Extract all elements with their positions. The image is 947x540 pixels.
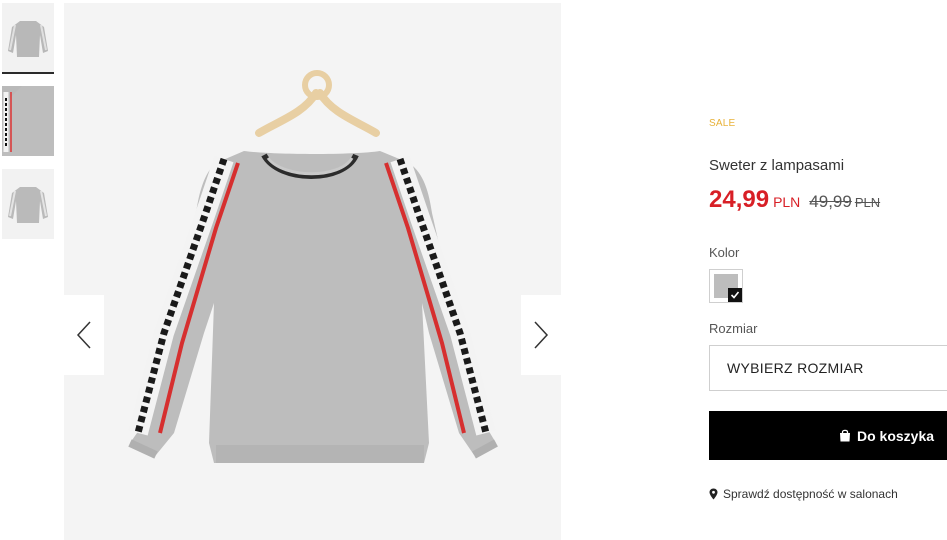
shopping-bag-icon — [839, 429, 851, 442]
map-pin-icon — [709, 488, 718, 500]
old-price-currency: PLN — [854, 195, 881, 210]
sweater-detail-thumbnail-image — [2, 86, 54, 156]
sweater-product-photo — [128, 70, 498, 463]
current-price-currency: PLN — [773, 194, 801, 210]
thumbnail-sleeve-detail[interactable] — [2, 86, 54, 156]
check-store-availability-label: Sprawdź dostępność w salonach — [723, 487, 898, 501]
add-to-cart-label: Do koszyka — [857, 427, 935, 444]
price-row: 24,99 PLN 49,99 PLN — [709, 186, 880, 214]
size-label: Rozmiar — [709, 321, 758, 336]
thumbnail-back[interactable] — [2, 169, 54, 239]
active-thumbnail-indicator — [2, 72, 54, 74]
sweater-back-thumbnail-image — [2, 169, 54, 239]
check-icon — [728, 288, 742, 302]
color-swatch-grey[interactable] — [709, 269, 743, 303]
previous-image-button[interactable] — [64, 295, 104, 375]
sale-badge: SALE — [709, 118, 736, 129]
chevron-right-icon — [534, 321, 549, 349]
chevron-left-icon — [76, 321, 91, 349]
color-label: Kolor — [709, 245, 740, 260]
size-select[interactable]: WYBIERZ ROZMIAR — [709, 345, 947, 391]
add-to-cart-button[interactable]: Do koszyka — [709, 411, 947, 460]
check-store-availability-link[interactable]: Sprawdź dostępność w salonach — [709, 487, 898, 501]
current-price: 24,99 — [709, 186, 770, 213]
thumbnail-front[interactable] — [2, 3, 54, 73]
old-price: 49,99 — [809, 192, 852, 211]
product-image-gallery — [64, 3, 561, 540]
sweater-front-thumbnail-image — [2, 3, 54, 73]
product-title: Sweter z lampasami — [709, 157, 845, 174]
next-image-button[interactable] — [521, 295, 561, 375]
